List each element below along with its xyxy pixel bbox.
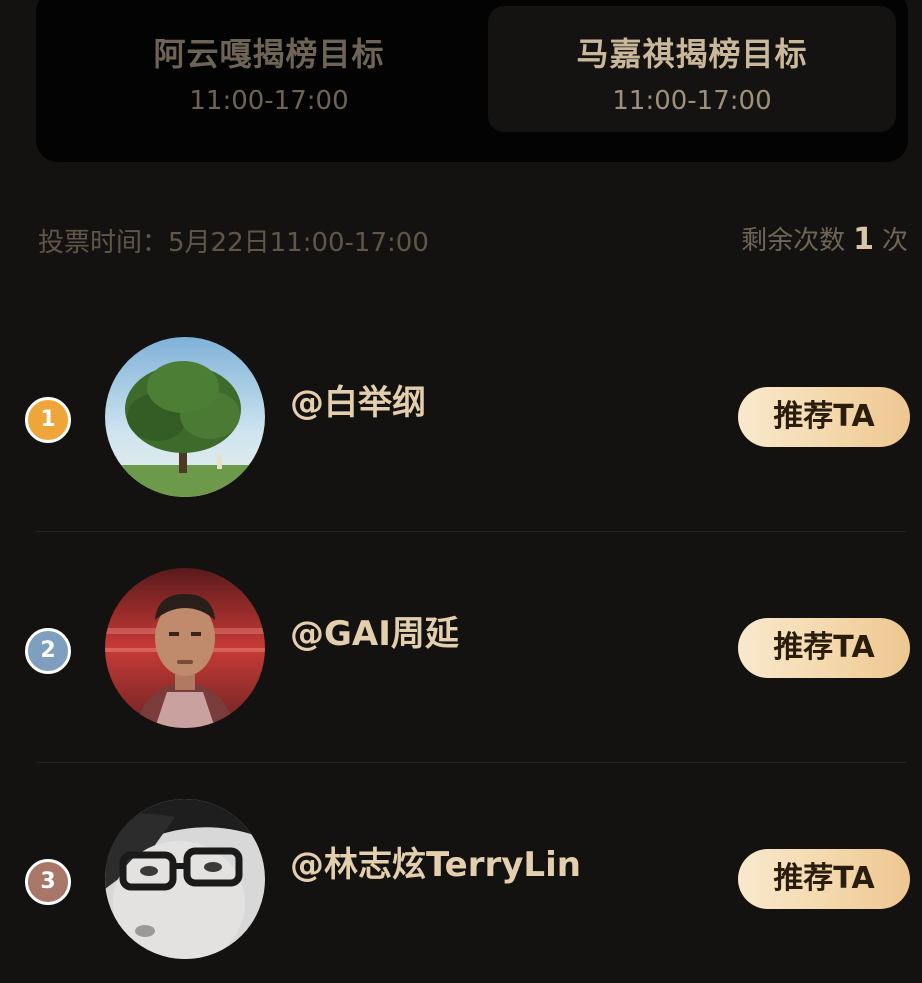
man-portrait-icon	[105, 568, 265, 728]
remaining-prefix: 剩余次数	[741, 226, 846, 256]
divider	[36, 762, 906, 763]
divider	[36, 531, 906, 532]
tab-time: 11:00-17:00	[612, 86, 772, 116]
tab-majiaqi[interactable]: 马嘉祺揭榜目标 11:00-17:00	[488, 6, 896, 132]
rank-badge: 2	[25, 628, 71, 674]
rank-badge: 3	[25, 859, 71, 905]
tab-ayunga[interactable]: 阿云嘎揭榜目标 11:00-17:00	[64, 6, 474, 132]
recommend-button[interactable]: 推荐TA	[738, 387, 910, 447]
man-portrait-avatar	[105, 568, 265, 728]
list-item: 2 @GAI周延 推荐TA	[0, 533, 922, 763]
glasses-portrait-avatar	[105, 799, 265, 959]
tree-avatar	[105, 337, 265, 497]
tab-bar: 阿云嘎揭榜目标 11:00-17:00 马嘉祺揭榜目标 11:00-17:00	[36, 0, 908, 162]
rank-badge: 1	[25, 397, 71, 443]
remaining-suffix: 次	[881, 226, 908, 256]
remaining-count: 1	[853, 222, 874, 257]
artist-name: @GAI周延	[290, 614, 459, 654]
artist-name: @林志炫TerryLin	[290, 845, 581, 885]
tab-title: 阿云嘎揭榜目标	[153, 35, 385, 73]
vote-page: 阿云嘎揭榜目标 11:00-17:00 马嘉祺揭榜目标 11:00-17:00 …	[0, 0, 922, 983]
artist-name: @白举纲	[290, 383, 426, 423]
tab-title: 马嘉祺揭榜目标	[576, 35, 808, 73]
glasses-portrait-icon	[105, 799, 265, 959]
remaining-votes: 剩余次数 1 次	[741, 220, 908, 257]
tab-time: 11:00-17:00	[189, 86, 349, 116]
list-item: 1 @白举纲 推荐TA	[0, 302, 922, 532]
tree-icon	[105, 337, 265, 497]
list-item: 3 @林志炫TerryLin 推荐TA	[0, 764, 922, 983]
recommend-button[interactable]: 推荐TA	[738, 849, 910, 909]
vote-time-text: 投票时间：5月22日11:00-17:00	[38, 228, 429, 258]
recommend-button[interactable]: 推荐TA	[738, 618, 910, 678]
